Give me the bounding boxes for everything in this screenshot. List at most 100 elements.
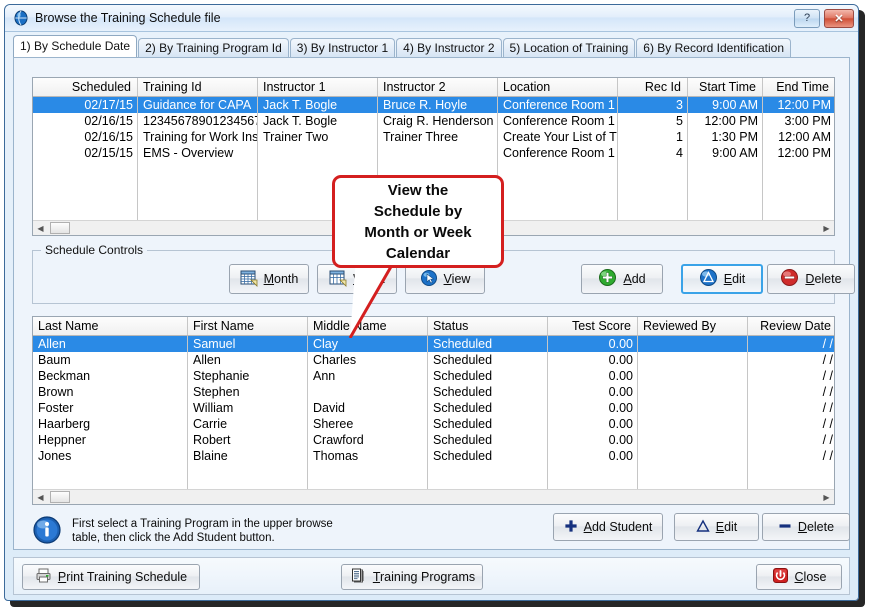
scroll-right-icon[interactable]: ▶ bbox=[819, 221, 834, 236]
info-line-2: table, then click the Add Student button… bbox=[72, 532, 275, 544]
close-button[interactable]: Close bbox=[756, 564, 842, 590]
week-button-label: Week bbox=[353, 272, 385, 286]
schedule-row[interactable]: 02/15/15EMS - OverviewConference Room 14… bbox=[33, 145, 834, 161]
column-header[interactable]: Instructor 2 bbox=[378, 78, 498, 96]
table-cell: Jack T. Bogle bbox=[258, 113, 378, 129]
column-header[interactable]: Scheduled bbox=[33, 78, 138, 96]
column-header[interactable]: First Name bbox=[188, 317, 308, 335]
empty-cell bbox=[138, 161, 258, 177]
table-cell: Crawford bbox=[308, 432, 428, 448]
schedule-row[interactable]: 02/16/15Training for Work InsTrainer Two… bbox=[33, 129, 834, 145]
callout-line-2: Schedule by bbox=[374, 203, 462, 220]
student-row[interactable]: JonesBlaineThomasScheduled0.00/ /Jack bbox=[33, 448, 834, 464]
print-training-schedule-button[interactable]: Print Training Schedule bbox=[22, 564, 200, 590]
empty-cell bbox=[138, 193, 258, 209]
edit-button[interactable]: Edit bbox=[681, 264, 763, 294]
scroll-thumb[interactable] bbox=[50, 222, 70, 234]
tab-location-of-training[interactable]: 5) Location of Training bbox=[503, 38, 636, 57]
table-cell: Scheduled bbox=[428, 416, 548, 432]
column-header[interactable]: Last Name bbox=[33, 317, 188, 335]
table-cell: Scheduled bbox=[428, 432, 548, 448]
empty-cell bbox=[548, 464, 638, 480]
triangle-circle-blue-icon bbox=[699, 268, 718, 290]
documents-icon bbox=[349, 567, 367, 588]
schedule-row[interactable]: 02/17/15Guidance for CAPAJack T. BogleBr… bbox=[33, 97, 834, 113]
table-cell bbox=[258, 145, 378, 161]
student-table-hscrollbar[interactable]: ◀ ▶ bbox=[33, 489, 834, 504]
column-header[interactable]: End Time bbox=[763, 78, 835, 96]
student-table[interactable]: Last NameFirst NameMiddle NameStatusTest… bbox=[32, 316, 835, 505]
scroll-left-icon[interactable]: ◀ bbox=[33, 490, 48, 505]
tab-by-instructor-1[interactable]: 3) By Instructor 1 bbox=[290, 38, 395, 57]
scroll-right-icon[interactable]: ▶ bbox=[819, 490, 834, 505]
table-cell: Guidance for CAPA bbox=[138, 97, 258, 113]
table-cell: Stephen bbox=[188, 384, 308, 400]
empty-row bbox=[33, 464, 834, 480]
student-edit-button[interactable]: Edit bbox=[674, 513, 759, 541]
delete-button[interactable]: Delete bbox=[767, 264, 855, 294]
table-cell bbox=[638, 384, 748, 400]
plus-circle-green-icon bbox=[598, 268, 617, 290]
table-cell: / / bbox=[748, 416, 835, 432]
table-cell bbox=[638, 352, 748, 368]
column-header[interactable]: Middle Name bbox=[308, 317, 428, 335]
tab-by-training-program-id[interactable]: 2) By Training Program Id bbox=[138, 38, 289, 57]
plus-navy-icon bbox=[564, 519, 578, 536]
table-cell: 12:00 PM bbox=[763, 145, 835, 161]
table-cell: Blaine bbox=[188, 448, 308, 464]
table-cell: 0.00 bbox=[548, 336, 638, 352]
training-programs-button[interactable]: Training Programs bbox=[341, 564, 483, 590]
callout-text: View the Schedule by Month or Week Calen… bbox=[364, 180, 471, 264]
scroll-thumb[interactable] bbox=[50, 491, 70, 503]
student-row[interactable]: AllenSamuelClayScheduled0.00/ /Jack bbox=[33, 336, 834, 352]
column-header[interactable]: Instructor 1 bbox=[258, 78, 378, 96]
student-row[interactable]: BrownStephenScheduled0.00/ /Jack bbox=[33, 384, 834, 400]
window-close-button[interactable]: ✕ bbox=[824, 9, 854, 28]
add-button[interactable]: Add bbox=[581, 264, 663, 294]
table-cell: 5 bbox=[618, 113, 688, 129]
table-cell: Charles bbox=[308, 352, 428, 368]
month-button[interactable]: Month bbox=[229, 264, 309, 294]
table-cell bbox=[638, 432, 748, 448]
table-cell: 0.00 bbox=[548, 416, 638, 432]
add-student-button[interactable]: Add Student bbox=[553, 513, 663, 541]
column-header[interactable]: Location bbox=[498, 78, 618, 96]
student-table-body[interactable]: AllenSamuelClayScheduled0.00/ /JackBaumA… bbox=[33, 336, 834, 505]
empty-cell bbox=[688, 177, 763, 193]
table-cell: 4 bbox=[618, 145, 688, 161]
column-header[interactable]: Review Date bbox=[748, 317, 835, 335]
week-button[interactable]: Week bbox=[317, 264, 397, 294]
table-cell: Trainer Three bbox=[378, 129, 498, 145]
student-delete-button[interactable]: Delete bbox=[762, 513, 850, 541]
schedule-row[interactable]: 02/16/1512345678901234567Jack T. BogleCr… bbox=[33, 113, 834, 129]
tab-by-instructor-2[interactable]: 4) By Instructor 2 bbox=[396, 38, 501, 57]
column-header[interactable]: Test Score bbox=[548, 317, 638, 335]
table-cell: 9:00 AM bbox=[688, 145, 763, 161]
power-red-icon bbox=[772, 567, 789, 587]
column-header[interactable]: Rec Id bbox=[618, 78, 688, 96]
scroll-left-icon[interactable]: ◀ bbox=[33, 221, 48, 236]
empty-cell bbox=[308, 464, 428, 480]
column-header[interactable]: Start Time bbox=[688, 78, 763, 96]
tab-by-record-identification[interactable]: 6) By Record Identification bbox=[636, 38, 791, 57]
info-line-1: First select a Training Program in the u… bbox=[72, 518, 333, 530]
student-row[interactable]: HaarbergCarrieShereeScheduled0.00/ /Jack bbox=[33, 416, 834, 432]
column-header[interactable]: Status bbox=[428, 317, 548, 335]
callout-bubble: View the Schedule by Month or Week Calen… bbox=[332, 175, 504, 268]
student-row[interactable]: HeppnerRobertCrawfordScheduled0.00/ /Jac… bbox=[33, 432, 834, 448]
column-header[interactable]: Training Id bbox=[138, 78, 258, 96]
empty-cell bbox=[688, 193, 763, 209]
student-row[interactable]: BeckmanStephanieAnnScheduled0.00/ /Jack bbox=[33, 368, 834, 384]
table-cell: David bbox=[308, 400, 428, 416]
view-button[interactable]: View bbox=[405, 264, 485, 294]
empty-cell bbox=[33, 177, 138, 193]
table-cell: 0.00 bbox=[548, 448, 638, 464]
table-cell: / / bbox=[748, 368, 835, 384]
scroll-track[interactable] bbox=[70, 490, 819, 505]
help-button[interactable]: ? bbox=[794, 9, 820, 28]
tab-by-schedule-date[interactable]: 1) By Schedule Date bbox=[13, 35, 137, 57]
student-row[interactable]: FosterWilliamDavidScheduled0.00/ /Jack bbox=[33, 400, 834, 416]
student-row[interactable]: BaumAllenCharlesScheduled0.00/ /Jack bbox=[33, 352, 834, 368]
column-header[interactable]: Reviewed By bbox=[638, 317, 748, 335]
table-cell: Training for Work Ins bbox=[138, 129, 258, 145]
